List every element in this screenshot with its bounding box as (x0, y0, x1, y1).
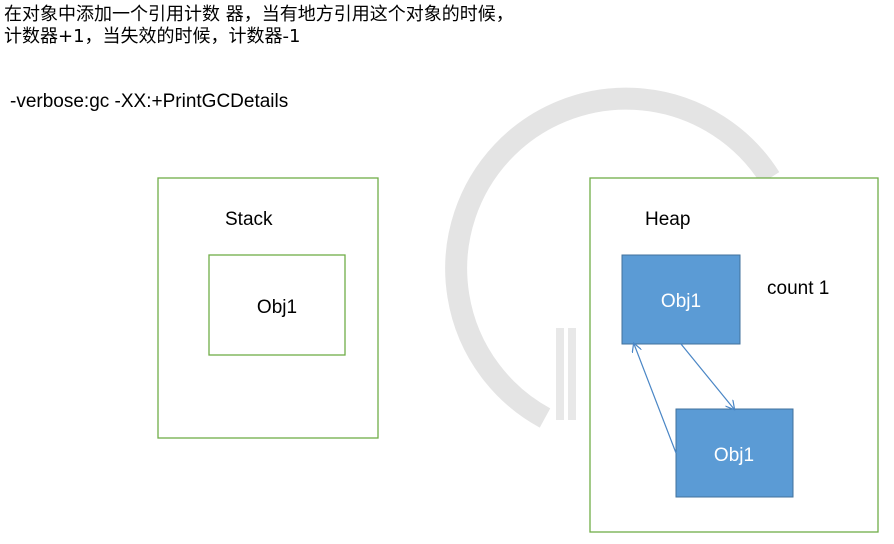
stack-object-label: Obj1 (257, 297, 297, 318)
heap-object-bottom-label: Obj1 (714, 445, 754, 466)
stack-title: Stack (225, 209, 273, 230)
reference-count-label: count 1 (767, 278, 829, 299)
heap-object-top-label: Obj1 (661, 291, 701, 312)
reference-counting-diagram: Stack Obj1 Heap Obj1 count 1 Obj1 (157, 87, 879, 533)
heap-title: Heap (645, 209, 690, 230)
